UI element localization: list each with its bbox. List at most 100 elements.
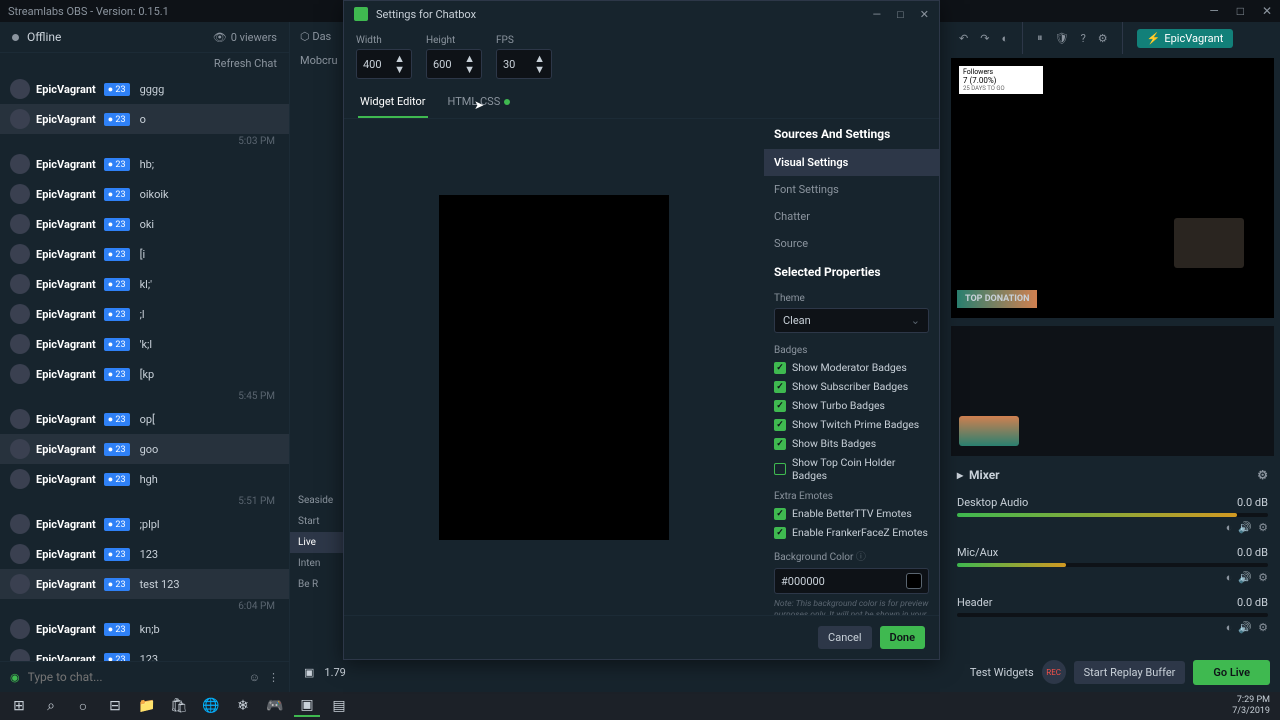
app-title: Streamlabs OBS - Version: 0.15.1 bbox=[8, 5, 169, 18]
source-item[interactable]: Font Settings bbox=[764, 176, 939, 203]
emoji-icon[interactable]: ☺ bbox=[249, 671, 260, 684]
chat-list[interactable]: EpicVagrant● 23ggggEpicVagrant● 23o5:03 … bbox=[0, 74, 289, 661]
emote-checkbox[interactable] bbox=[774, 508, 786, 520]
toggle-icon[interactable]: ◐ bbox=[1001, 32, 1008, 45]
chrome-icon[interactable]: 🌐 bbox=[198, 695, 224, 717]
mute-icon[interactable]: ◐ bbox=[1226, 521, 1233, 534]
width-input[interactable]: 400▲▼ bbox=[356, 49, 412, 79]
gear-icon[interactable]: ⚙ bbox=[1098, 32, 1108, 45]
chat-message: EpicVagrant● 23hgh bbox=[0, 464, 289, 494]
chat-message: EpicVagrant● 23kn;b bbox=[0, 614, 289, 644]
chat-message: EpicVagrant● 23op[ bbox=[0, 404, 289, 434]
top-donation-overlay: TOP DONATION bbox=[957, 290, 1037, 308]
badge-checkbox[interactable] bbox=[774, 362, 786, 374]
width-label: Width bbox=[356, 35, 412, 46]
speaker-icon[interactable]: 🔊 bbox=[1238, 621, 1252, 634]
badge-checkbox[interactable] bbox=[774, 419, 786, 431]
chat-message: EpicVagrant● 23oki bbox=[0, 209, 289, 239]
chat-message: EpicVagrant● 23[i bbox=[0, 239, 289, 269]
track-gear-icon[interactable]: ⚙ bbox=[1258, 571, 1268, 584]
discord-icon[interactable]: 🎮 bbox=[262, 695, 288, 717]
scene-item[interactable]: Inten bbox=[290, 553, 345, 574]
chat-input[interactable] bbox=[28, 670, 241, 684]
close-icon[interactable]: ✕ bbox=[1262, 4, 1272, 18]
app-icon-2[interactable]: ▤ bbox=[326, 695, 352, 717]
shield-icon[interactable]: 🛡 bbox=[1055, 32, 1069, 45]
done-button[interactable]: Done bbox=[880, 626, 925, 649]
source-item[interactable]: Visual Settings bbox=[764, 149, 939, 176]
badge-checkbox[interactable] bbox=[774, 438, 786, 450]
audio-track: Mic/Aux0.0 dB◐🔊⚙ bbox=[945, 540, 1280, 590]
taskview-icon[interactable]: ⊟ bbox=[102, 695, 128, 717]
rec-button[interactable]: REC bbox=[1042, 660, 1066, 684]
app-icon-1[interactable]: ❄ bbox=[230, 695, 256, 717]
emote-checkbox[interactable] bbox=[774, 527, 786, 539]
right-panel: ↶ ↷ ◐ ⏸ 🛡 ? ⚙ ⚡ EpicVagrant Followers 7 … bbox=[945, 22, 1280, 692]
modal-maximize-icon[interactable]: □ bbox=[897, 8, 904, 21]
refresh-chat-button[interactable]: Refresh Chat bbox=[214, 57, 277, 70]
chat-message: EpicVagrant● 23o bbox=[0, 104, 289, 134]
height-label: Height bbox=[426, 35, 482, 46]
scene-item[interactable]: Seaside bbox=[290, 490, 345, 511]
mute-icon[interactable]: ◐ bbox=[1226, 571, 1233, 584]
mute-icon[interactable]: ◐ bbox=[1226, 621, 1233, 634]
modal-minimize-icon[interactable]: — bbox=[873, 8, 882, 21]
speaker-icon[interactable]: 🔊 bbox=[1238, 521, 1252, 534]
viewer-count: 👁0 viewers bbox=[213, 31, 277, 44]
source-item[interactable]: Chatter bbox=[764, 203, 939, 230]
chat-panel: Offline 👁0 viewers Refresh Chat EpicVagr… bbox=[0, 22, 290, 692]
track-gear-icon[interactable]: ⚙ bbox=[1258, 621, 1268, 634]
system-clock[interactable]: 7:29 PM 7/3/2019 bbox=[1232, 695, 1274, 717]
explorer-icon[interactable]: 📁 bbox=[134, 695, 160, 717]
minimize-icon[interactable]: — bbox=[1209, 4, 1218, 18]
bg-note: Note: This background color is for previ… bbox=[764, 597, 939, 615]
cancel-button[interactable]: Cancel bbox=[818, 626, 871, 649]
help-icon[interactable]: ? bbox=[1081, 32, 1086, 45]
tab-widget-editor[interactable]: Widget Editor bbox=[358, 87, 428, 118]
mixer-settings-icon[interactable]: ⚙ bbox=[1257, 468, 1268, 482]
start-button[interactable]: ⊞ bbox=[6, 695, 32, 717]
track-gear-icon[interactable]: ⚙ bbox=[1258, 521, 1268, 534]
expand-icon[interactable]: ▸ bbox=[957, 468, 963, 482]
speaker-icon[interactable]: 🔊 bbox=[1238, 571, 1252, 584]
maximize-icon[interactable]: □ bbox=[1237, 4, 1244, 18]
webcam-placeholder bbox=[1174, 218, 1244, 268]
chat-message: EpicVagrant● 23test 123 bbox=[0, 569, 289, 599]
color-swatch[interactable] bbox=[906, 573, 922, 589]
modal-icon bbox=[354, 7, 368, 21]
scene-item[interactable]: Be R bbox=[290, 574, 345, 595]
bg-color-input[interactable]: #000000 bbox=[774, 568, 929, 594]
badge-checkbox[interactable] bbox=[774, 463, 786, 475]
modal-close-icon[interactable]: ✕ bbox=[920, 8, 929, 21]
start-replay-button[interactable]: Start Replay Buffer bbox=[1074, 661, 1186, 684]
user-pill[interactable]: ⚡ EpicVagrant bbox=[1137, 29, 1234, 48]
source-item[interactable]: Source bbox=[764, 230, 939, 257]
dashboard-tab[interactable]: ⬡ Das bbox=[300, 30, 331, 43]
badge-checkbox[interactable] bbox=[774, 400, 786, 412]
theme-label: Theme bbox=[764, 287, 939, 306]
followers-overlay: Followers 7 (7.00%) 25 DAYS TO GO bbox=[959, 66, 1043, 94]
more-icon[interactable]: ⋮ bbox=[268, 671, 279, 684]
slobs-icon[interactable]: ▣ bbox=[294, 695, 320, 717]
go-live-button[interactable]: Go Live bbox=[1193, 660, 1270, 685]
mobcrush-label: Mobcru bbox=[300, 54, 338, 67]
cortana-icon[interactable]: ○ bbox=[70, 695, 96, 717]
height-input[interactable]: 600▲▼ bbox=[426, 49, 482, 79]
chat-message: EpicVagrant● 23oikoik bbox=[0, 179, 289, 209]
badge-checkbox[interactable] bbox=[774, 381, 786, 393]
undo-icon[interactable]: ↶ bbox=[959, 32, 968, 45]
fps-input[interactable]: 30▲▼ bbox=[496, 49, 552, 79]
scene-item[interactable]: Live bbox=[290, 532, 345, 553]
redo-icon[interactable]: ↷ bbox=[980, 32, 989, 45]
chat-message: EpicVagrant● 23gggg bbox=[0, 74, 289, 104]
search-icon[interactable]: ⌕ bbox=[38, 695, 64, 717]
sources-header: Sources And Settings bbox=[764, 119, 939, 149]
pause-icon[interactable]: ⏸ bbox=[1037, 31, 1043, 45]
theme-select[interactable]: Clean⌄ bbox=[774, 308, 929, 333]
store-icon[interactable]: 🛍 bbox=[166, 695, 192, 717]
test-widgets-button[interactable]: Test Widgets bbox=[970, 666, 1034, 679]
tab-html-css[interactable]: HTML CSS bbox=[446, 87, 513, 118]
perf-value: 1.79 bbox=[324, 666, 345, 679]
chat-send-icon[interactable]: ◉ bbox=[10, 671, 20, 684]
scene-item[interactable]: Start bbox=[290, 511, 345, 532]
